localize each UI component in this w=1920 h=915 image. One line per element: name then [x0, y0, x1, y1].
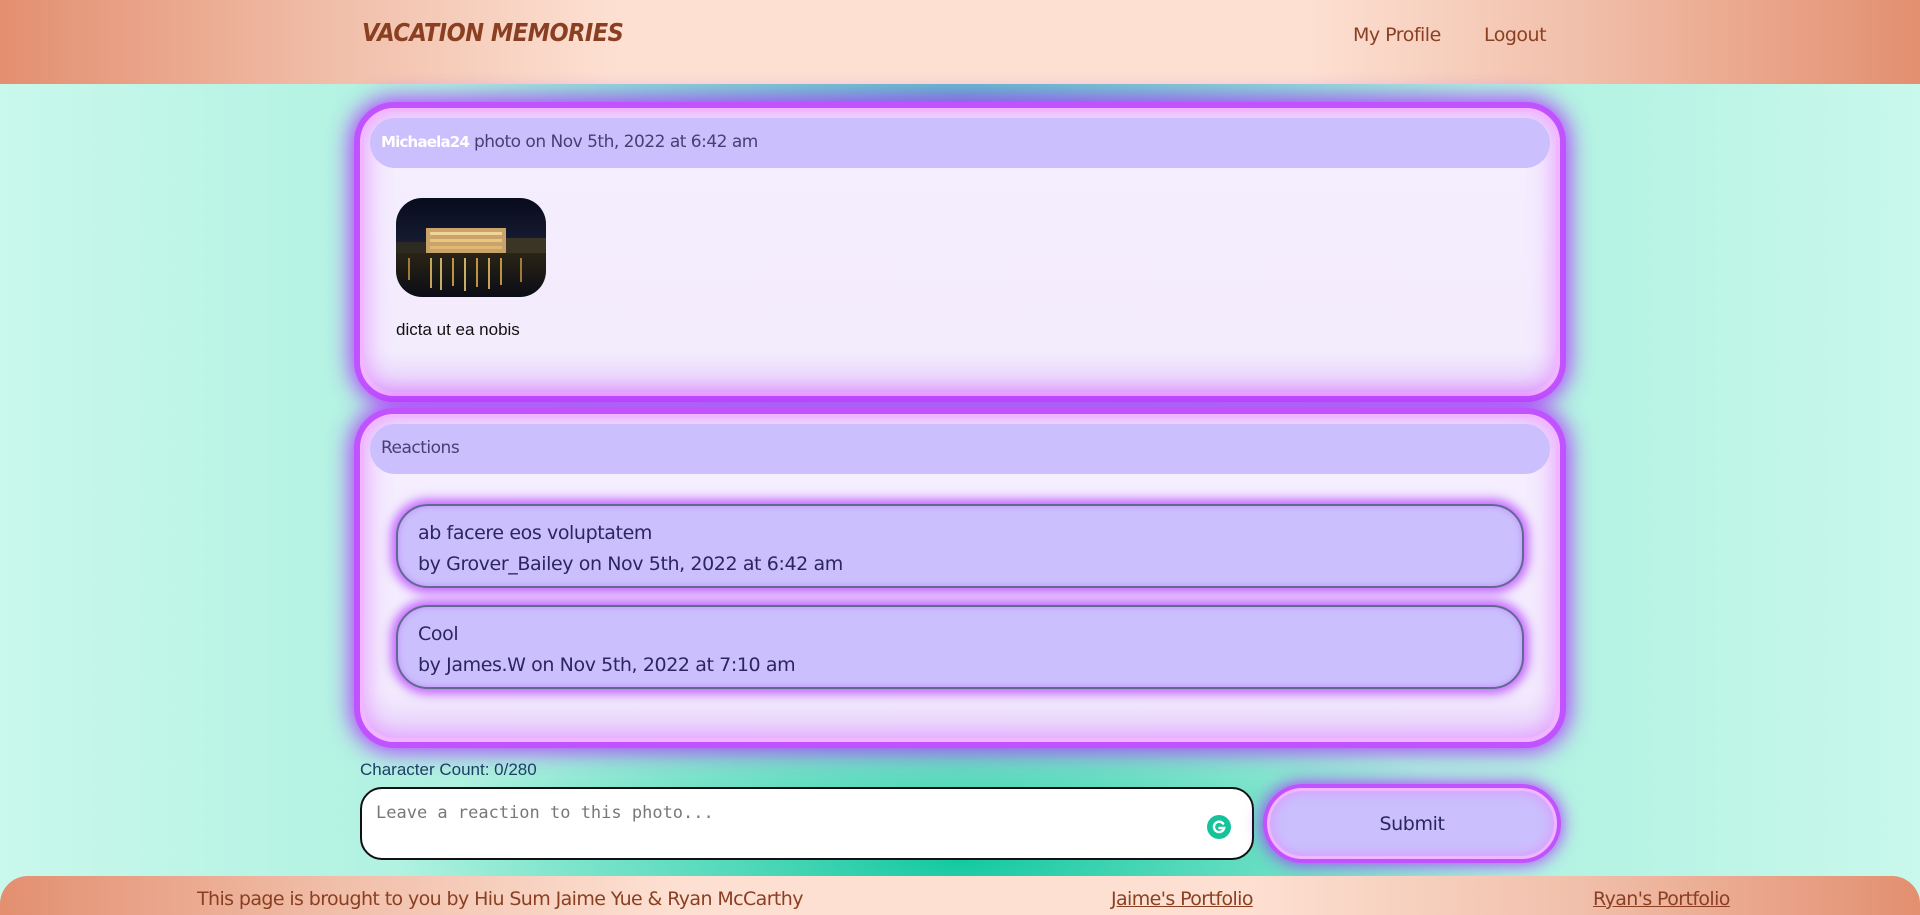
post-header: Michaela24 photo on Nov 5th, 2022 at 6:4…: [370, 118, 1550, 168]
site-title[interactable]: Vacation Memories: [362, 18, 624, 47]
photo-image: [396, 198, 546, 297]
character-count: Character Count: 0/280: [360, 760, 537, 779]
post-author[interactable]: Michaela24: [381, 133, 470, 151]
reaction-item: ab facere eos voluptatem by Grover_Baile…: [396, 504, 1524, 588]
reactions-card: Reactions ab facere eos voluptatem by Gr…: [360, 414, 1560, 742]
site-footer: This page is brought to you by Hiu Sum J…: [0, 876, 1920, 915]
nav-my-profile[interactable]: My Profile: [1353, 24, 1441, 46]
post-photo[interactable]: [396, 198, 546, 297]
reaction-text: Cool: [418, 623, 459, 645]
reaction-item: Cool by James.W on Nov 5th, 2022 at 7:10…: [396, 605, 1524, 689]
site-header: Vacation Memories My Profile Logout: [0, 0, 1920, 84]
jaime-portfolio-link[interactable]: Jaime's Portfolio: [1111, 888, 1253, 910]
post-caption: dicta ut ea nobis: [396, 320, 520, 339]
nav-logout[interactable]: Logout: [1484, 24, 1547, 46]
reaction-byline: by James.W on Nov 5th, 2022 at 7:10 am: [418, 654, 796, 676]
ryan-portfolio-link[interactable]: Ryan's Portfolio: [1593, 888, 1730, 910]
grammar-check-icon[interactable]: [1207, 815, 1231, 839]
footer-credit: This page is brought to you by Hiu Sum J…: [197, 888, 803, 910]
reaction-input[interactable]: [360, 787, 1254, 860]
reaction-text: ab facere eos voluptatem: [418, 522, 652, 544]
reaction-byline: by Grover_Bailey on Nov 5th, 2022 at 6:4…: [418, 553, 843, 575]
submit-button[interactable]: Submit: [1267, 788, 1557, 859]
post-meta: photo on Nov 5th, 2022 at 6:42 am: [473, 132, 758, 152]
post-card: Michaela24 photo on Nov 5th, 2022 at 6:4…: [360, 108, 1560, 396]
reactions-heading: Reactions: [370, 424, 1550, 474]
